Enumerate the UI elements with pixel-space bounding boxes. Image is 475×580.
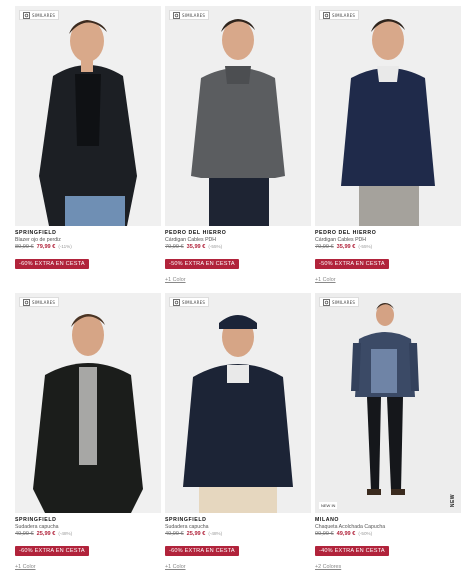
product-brand: SPRINGFIELD (15, 517, 57, 523)
similar-icon (23, 298, 30, 306)
discount-percent: (-50%) (358, 531, 373, 536)
old-price: 49,99 € (165, 531, 184, 537)
product-card[interactable]: SIMILARES PEDRO DEL HIERRO Cárdigan Cabl… (315, 6, 461, 293)
product-image[interactable]: SIMILARES (165, 6, 311, 226)
similar-label: SIMILARES (32, 299, 56, 305)
product-name[interactable]: Sudadera capucha (165, 524, 311, 531)
similar-icon (23, 11, 30, 19)
promo-badge: -60% EXTRA EN CESTA (15, 546, 89, 556)
old-price: 99,99 € (315, 531, 334, 537)
product-card[interactable]: SIMILARES PEDRO DEL HIERRO Cárdigan Cabl… (165, 6, 311, 293)
more-colors-link[interactable]: +1 Color (165, 277, 311, 283)
product-image[interactable]: SIMILARES (15, 6, 161, 226)
more-colors-link[interactable]: +1 Color (165, 564, 311, 570)
model-photo-navy-cardigan (315, 6, 461, 226)
sale-price: 25,99 € (186, 531, 206, 537)
discount-percent: (-11%) (58, 244, 72, 249)
similar-label: SIMILARES (332, 299, 356, 305)
product-brand: SPRINGFIELD (165, 517, 207, 523)
discount-percent: (-48%) (208, 531, 223, 536)
product-brand: MILANO (315, 517, 340, 523)
similar-button[interactable]: SIMILARES (319, 10, 360, 20)
more-colors-link[interactable]: +1 Color (315, 277, 461, 283)
promo-badge: -40% EXTRA EN CESTA (315, 546, 389, 556)
product-image[interactable]: SIMILARES (15, 293, 161, 513)
old-price: 79,99 € (165, 244, 184, 250)
similar-label: SIMILARES (332, 12, 356, 18)
similar-button[interactable]: SIMILARES (19, 297, 60, 307)
old-price: 49,99 € (15, 531, 34, 537)
product-card[interactable]: SIMILARES NEW IN NEW MILANO Chaqueta Aco… (315, 293, 461, 580)
product-name[interactable]: Sudadera capucha (15, 524, 161, 531)
product-card[interactable]: SIMILARES SPRINGFIELD Blazer ojo de perd… (15, 6, 161, 293)
similar-label: SIMILARES (32, 12, 56, 18)
promo-badge: -50% EXTRA EN CESTA (165, 259, 239, 269)
product-brand: PEDRO DEL HIERRO (165, 230, 227, 236)
similar-label: SIMILARES (182, 299, 206, 305)
product-name[interactable]: Blazer ojo de perdiz (15, 237, 161, 244)
similar-button[interactable]: SIMILARES (169, 10, 210, 20)
promo-badge: -60% EXTRA EN CESTA (15, 259, 89, 269)
old-price: 79,99 € (315, 244, 334, 250)
product-brand: PEDRO DEL HIERRO (315, 230, 377, 236)
promo-badge: -50% EXTRA EN CESTA (315, 259, 389, 269)
discount-percent: (-48%) (58, 531, 73, 536)
more-colors-link[interactable]: +1 Color (15, 564, 161, 570)
product-card[interactable]: SIMILARES SPRINGFIELD Sudadera capucha 4… (165, 293, 311, 580)
product-image[interactable]: SIMILARES (315, 6, 461, 226)
sale-price: 35,99 € (186, 244, 206, 250)
product-brand: SPRINGFIELD (15, 230, 57, 236)
old-price: 89,99 € (15, 244, 34, 250)
similar-label: SIMILARES (182, 12, 206, 18)
model-photo-puffer-jacket (315, 293, 461, 513)
similar-button[interactable]: SIMILARES (319, 297, 360, 307)
product-name[interactable]: Cárdigan Cables PDH (315, 237, 461, 244)
sale-price: 25,99 € (36, 531, 56, 537)
similar-icon (173, 298, 180, 306)
similar-icon (323, 298, 330, 306)
product-card[interactable]: SIMILARES SPRINGFIELD Sudadera capucha 4… (15, 293, 161, 580)
sale-price: 79,99 € (36, 244, 56, 250)
product-name[interactable]: Chaqueta Acolchada Capucha (315, 524, 461, 531)
product-name[interactable]: Cárdigan Cables PDH (165, 237, 311, 244)
model-photo-grey-cardigan (165, 6, 311, 226)
new-in-badge: NEW IN (319, 502, 338, 509)
promo-badge: -60% EXTRA EN CESTA (165, 546, 239, 556)
model-photo-blazer (15, 6, 161, 226)
sale-price: 49,99 € (336, 531, 356, 537)
product-image[interactable]: SIMILARES (165, 293, 311, 513)
similar-icon (173, 11, 180, 19)
more-colors-link[interactable]: +2 Colores (315, 564, 461, 570)
model-photo-navy-hoodie (165, 293, 311, 513)
model-photo-black-hoodie (15, 293, 161, 513)
discount-percent: (-55%) (358, 244, 373, 249)
discount-percent: (-55%) (208, 244, 223, 249)
new-vertical-label: NEW (450, 493, 456, 507)
similar-button[interactable]: SIMILARES (169, 297, 210, 307)
product-grid: SIMILARES SPRINGFIELD Blazer ojo de perd… (15, 6, 461, 580)
similar-icon (323, 11, 330, 19)
product-image[interactable]: SIMILARES NEW IN NEW (315, 293, 461, 513)
sale-price: 35,99 € (336, 244, 356, 250)
similar-button[interactable]: SIMILARES (19, 10, 60, 20)
